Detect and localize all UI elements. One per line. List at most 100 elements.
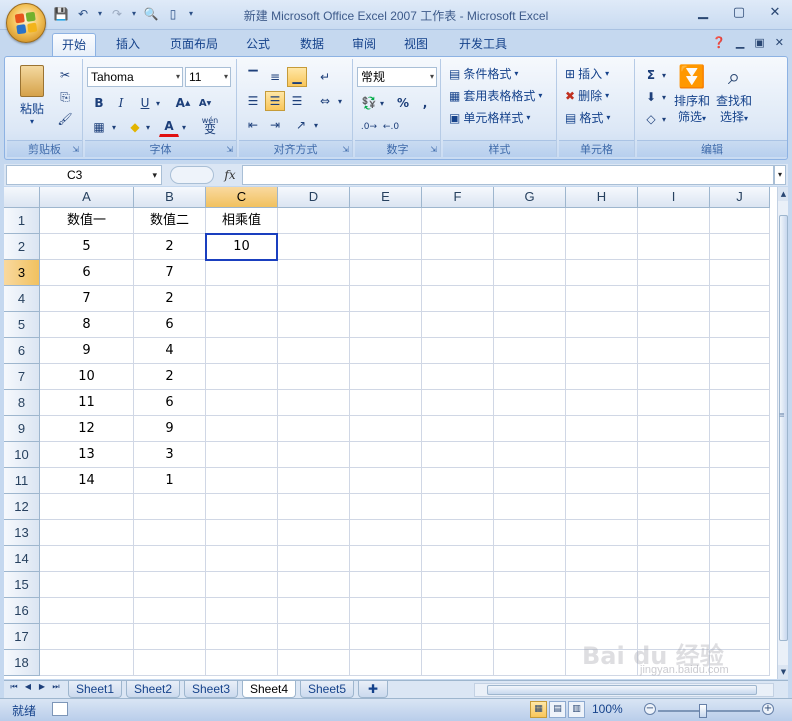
horizontal-scrollbar[interactable] [474,683,774,697]
cell-f9[interactable] [422,416,494,442]
cell-b4[interactable]: 2 [134,286,206,312]
sheet-tab-5[interactable]: Sheet5 [300,681,354,698]
row-header-1[interactable]: 1 [4,208,40,234]
cell-g12[interactable] [494,494,566,520]
cell-h5[interactable] [566,312,638,338]
first-sheet-icon[interactable]: ⏮ [8,682,20,692]
row-header-7[interactable]: 7 [4,364,40,390]
font-name-dropdown-icon[interactable]: ▾ [176,68,180,86]
horizontal-scroll-thumb[interactable] [487,685,757,695]
cell-a16[interactable] [40,598,134,624]
macro-record-icon[interactable] [52,702,68,716]
clear-dropdown-icon[interactable]: ▾ [659,109,669,129]
cell-a2[interactable]: 5 [40,234,134,260]
underline-icon[interactable]: U [135,93,155,113]
cell-i4[interactable] [638,286,710,312]
phonetic-guide-icon[interactable]: wén 变 [197,115,223,139]
autosum-button[interactable]: Σ [641,65,661,85]
align-bottom-icon[interactable]: ▁ [287,67,307,87]
close-icon[interactable]: ✕ [764,3,786,23]
format-cells-button[interactable]: ▤ 格式 ▾ [565,109,610,126]
cell-h7[interactable] [566,364,638,390]
cell-c7[interactable] [206,364,278,390]
cell-j16[interactable] [710,598,770,624]
cell-g3[interactable] [494,260,566,286]
cell-d13[interactable] [278,520,350,546]
row-header-9[interactable]: 9 [4,416,40,442]
font-launcher-icon[interactable]: ⇲ [226,145,233,154]
cell-h8[interactable] [566,390,638,416]
row-header-4[interactable]: 4 [4,286,40,312]
cell-b12[interactable] [134,494,206,520]
cell-c13[interactable] [206,520,278,546]
column-header-c[interactable]: C [206,187,278,208]
vertical-scroll-thumb[interactable] [779,215,788,641]
cell-c16[interactable] [206,598,278,624]
column-header-d[interactable]: D [278,187,350,208]
office-button[interactable] [6,3,46,43]
cell-e10[interactable] [350,442,422,468]
cell-e4[interactable] [350,286,422,312]
cell-f16[interactable] [422,598,494,624]
cell-h15[interactable] [566,572,638,598]
cell-c8[interactable] [206,390,278,416]
formula-input[interactable] [242,165,774,185]
cell-c6[interactable] [206,338,278,364]
cell-j15[interactable] [710,572,770,598]
cell-i6[interactable] [638,338,710,364]
cell-b3[interactable]: 7 [134,260,206,286]
borders-dropdown-icon[interactable]: ▾ [109,117,119,137]
alignment-launcher-icon[interactable]: ⇲ [342,145,349,154]
cell-b17[interactable] [134,624,206,650]
conditional-formatting-button[interactable]: ▤ 条件格式 ▾ [449,65,518,82]
font-color-icon[interactable]: A [159,117,179,137]
format-painter-icon[interactable]: 🖌 [55,109,75,129]
cell-b10[interactable]: 3 [134,442,206,468]
cell-j9[interactable] [710,416,770,442]
column-header-h[interactable]: H [566,187,638,208]
cell-c3[interactable] [206,260,278,286]
cell-f7[interactable] [422,364,494,390]
cell-c2[interactable]: 10 [206,234,278,260]
zoom-in-icon[interactable]: + [762,703,774,715]
cell-f12[interactable] [422,494,494,520]
cell-b14[interactable] [134,546,206,572]
cell-g4[interactable] [494,286,566,312]
cell-h11[interactable] [566,468,638,494]
cell-j14[interactable] [710,546,770,572]
cell-h3[interactable] [566,260,638,286]
cell-c4[interactable] [206,286,278,312]
cell-a4[interactable]: 7 [40,286,134,312]
cell-i16[interactable] [638,598,710,624]
cell-i14[interactable] [638,546,710,572]
tab-view[interactable]: 视图 [396,33,436,56]
cell-b18[interactable] [134,650,206,676]
row-header-3[interactable]: 3 [4,260,40,286]
cell-a15[interactable] [40,572,134,598]
delete-cells-button[interactable]: ✖ 删除 ▾ [565,87,609,104]
cell-b6[interactable]: 4 [134,338,206,364]
cell-i9[interactable] [638,416,710,442]
cell-i11[interactable] [638,468,710,494]
cell-i7[interactable] [638,364,710,390]
cell-e18[interactable] [350,650,422,676]
cell-a7[interactable]: 10 [40,364,134,390]
align-top-icon[interactable]: ▔ [243,67,263,87]
cell-d3[interactable] [278,260,350,286]
column-header-f[interactable]: F [422,187,494,208]
font-name-combo[interactable]: Tahoma ▾ [87,67,183,87]
orientation-icon[interactable]: ↗ [291,115,311,135]
cell-g18[interactable] [494,650,566,676]
italic-icon[interactable]: I [111,93,131,113]
row-header-10[interactable]: 10 [4,442,40,468]
cell-e17[interactable] [350,624,422,650]
cell-e2[interactable] [350,234,422,260]
borders-icon[interactable]: ▦ [89,117,109,137]
cell-j7[interactable] [710,364,770,390]
doc-minimize-icon[interactable]: ▁ [736,36,744,49]
tab-insert[interactable]: 插入 [108,33,148,56]
shrink-font-icon[interactable]: A ▼ [195,93,215,113]
cell-i10[interactable] [638,442,710,468]
decrease-decimal-icon[interactable]: ←.0 [381,117,401,137]
name-box-dropdown-icon[interactable]: ▾ [152,166,157,184]
